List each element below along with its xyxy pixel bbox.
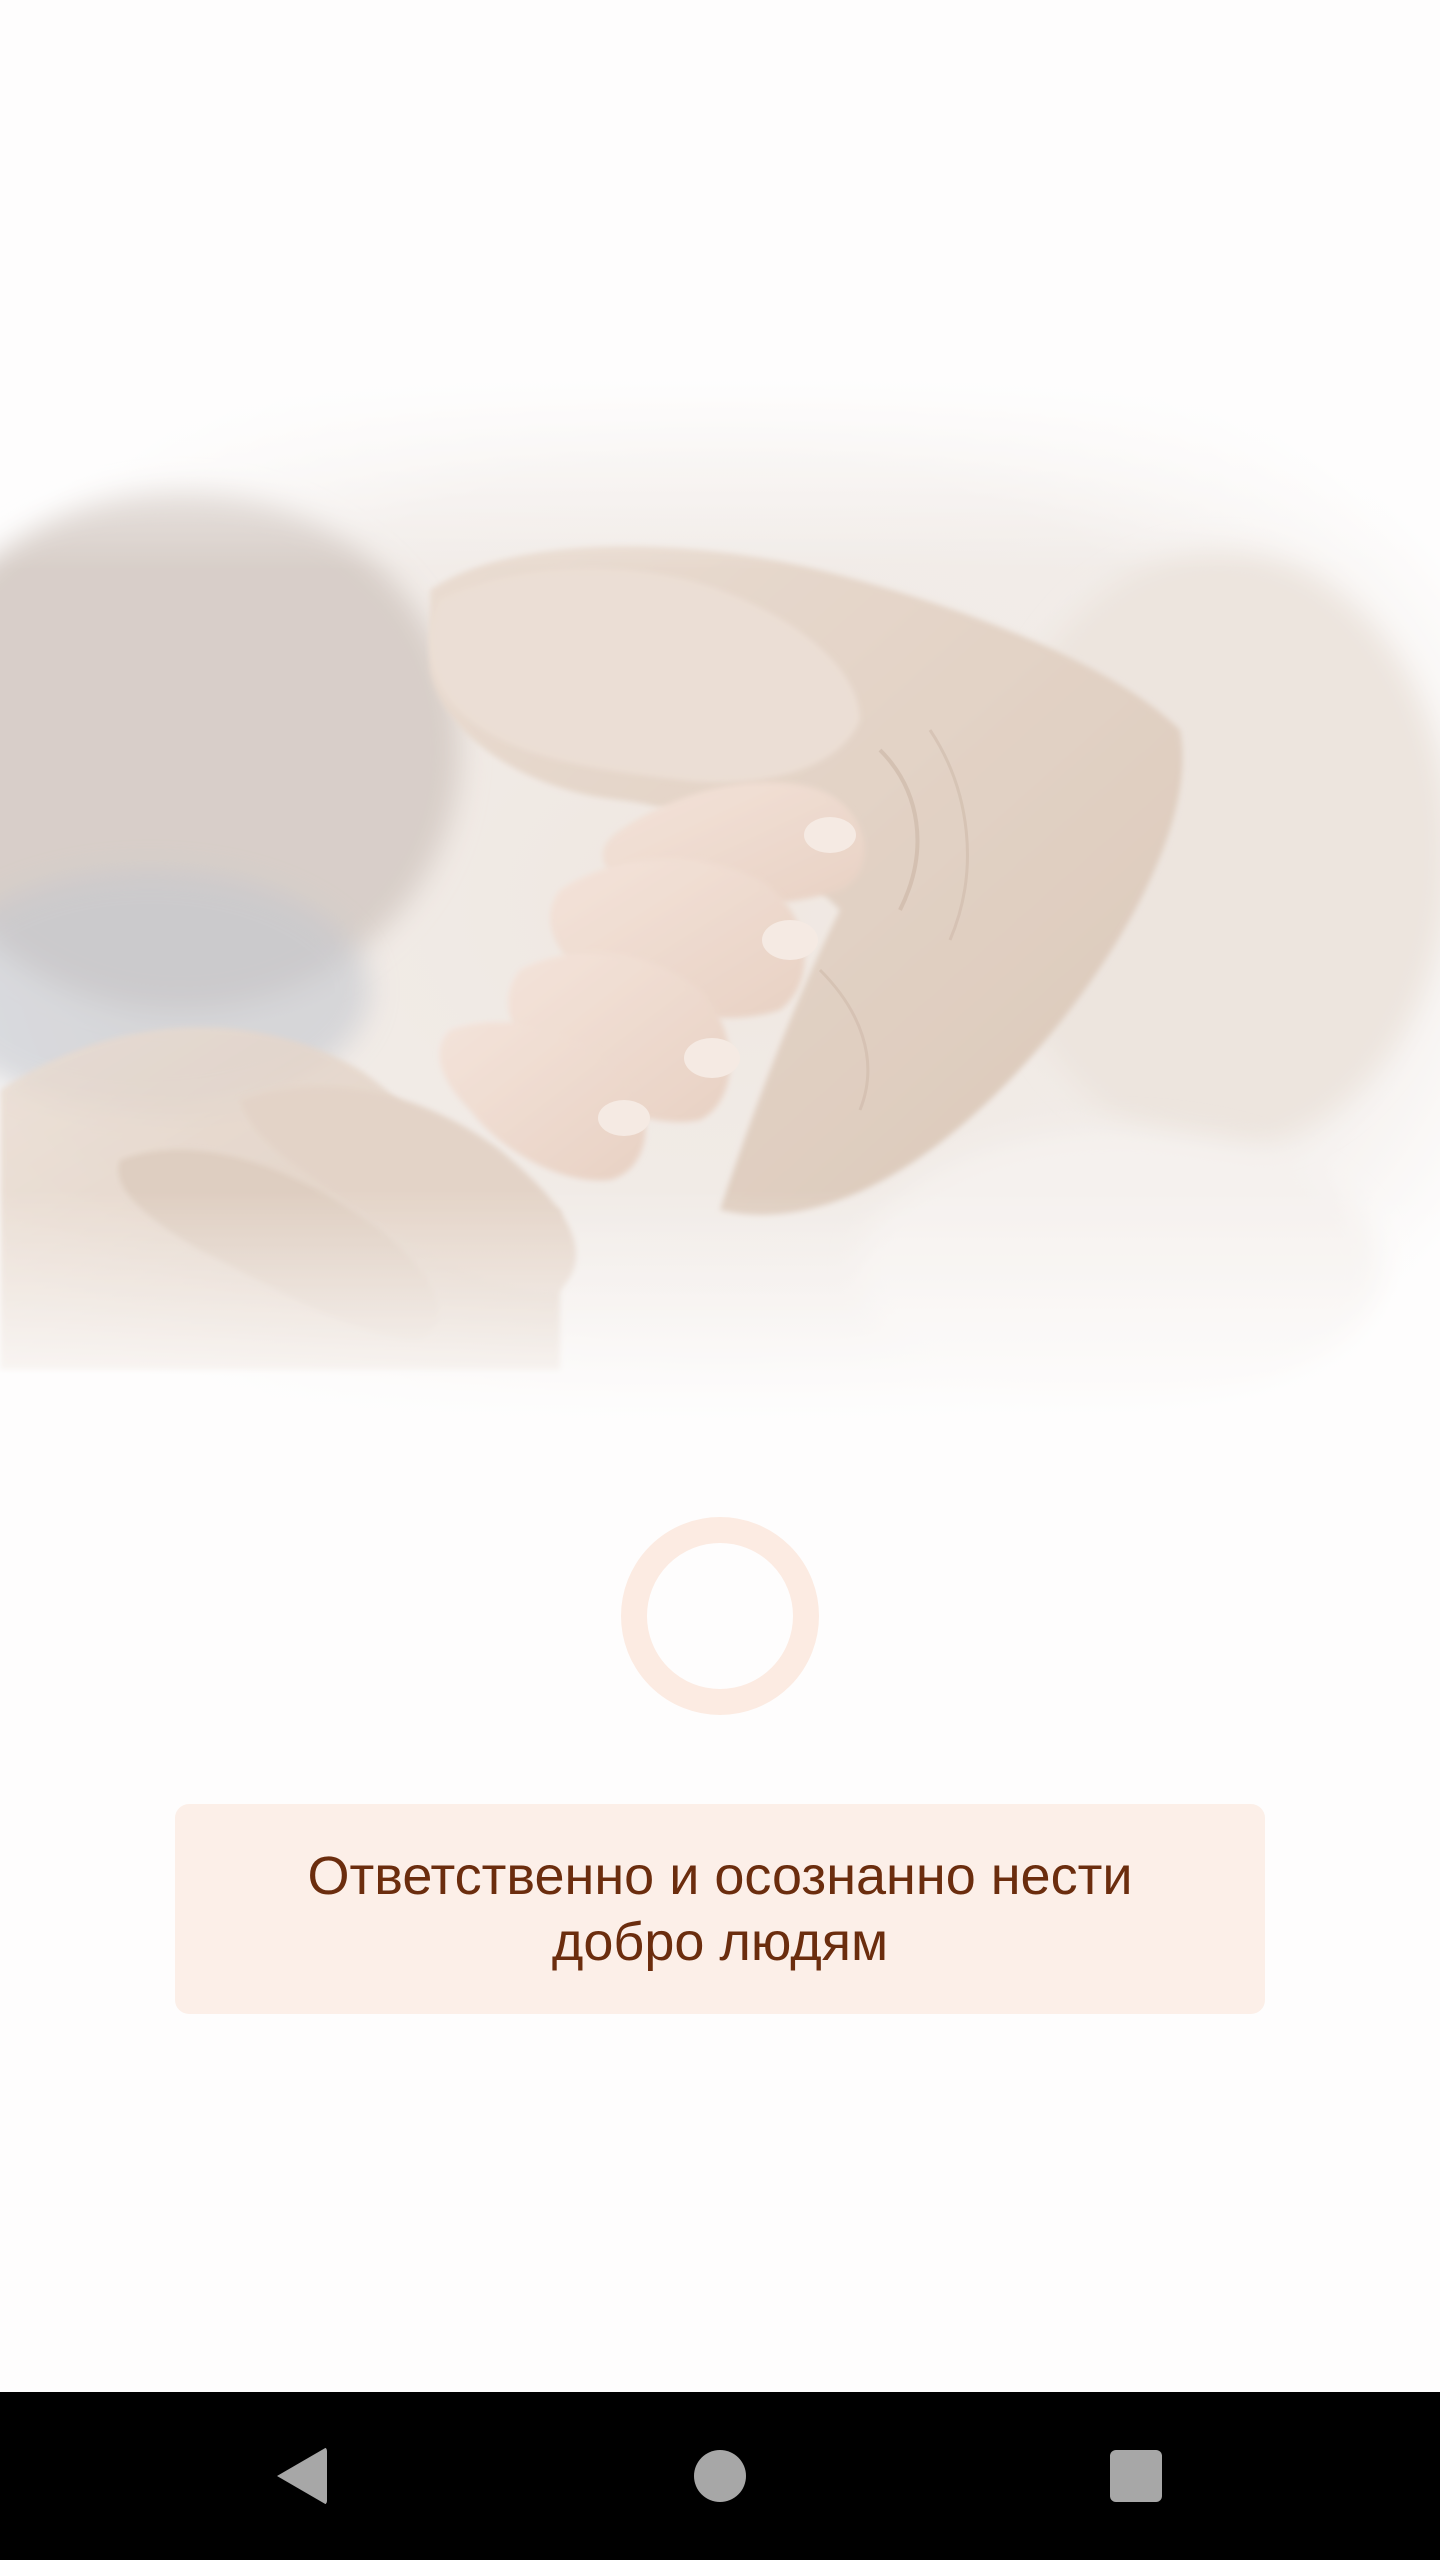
recents-button[interactable] <box>1052 2392 1220 2560</box>
home-circle-icon <box>694 2450 746 2502</box>
back-button[interactable] <box>218 2392 386 2560</box>
loading-spinner <box>621 1517 819 1715</box>
home-button[interactable] <box>636 2392 804 2560</box>
splash-screen: Ответственно и осознанно нести добро люд… <box>0 0 1440 2560</box>
slogan-text: Ответственно и осознанно нести добро люд… <box>307 1846 1133 1972</box>
back-triangle-icon <box>277 2447 327 2505</box>
hands-illustration <box>0 370 1440 1430</box>
hero-image <box>0 370 1440 1430</box>
slogan-card: Ответственно и осознанно нести добро люд… <box>175 1804 1265 2014</box>
system-navigation-bar <box>0 2392 1440 2560</box>
recents-square-icon <box>1110 2450 1162 2502</box>
